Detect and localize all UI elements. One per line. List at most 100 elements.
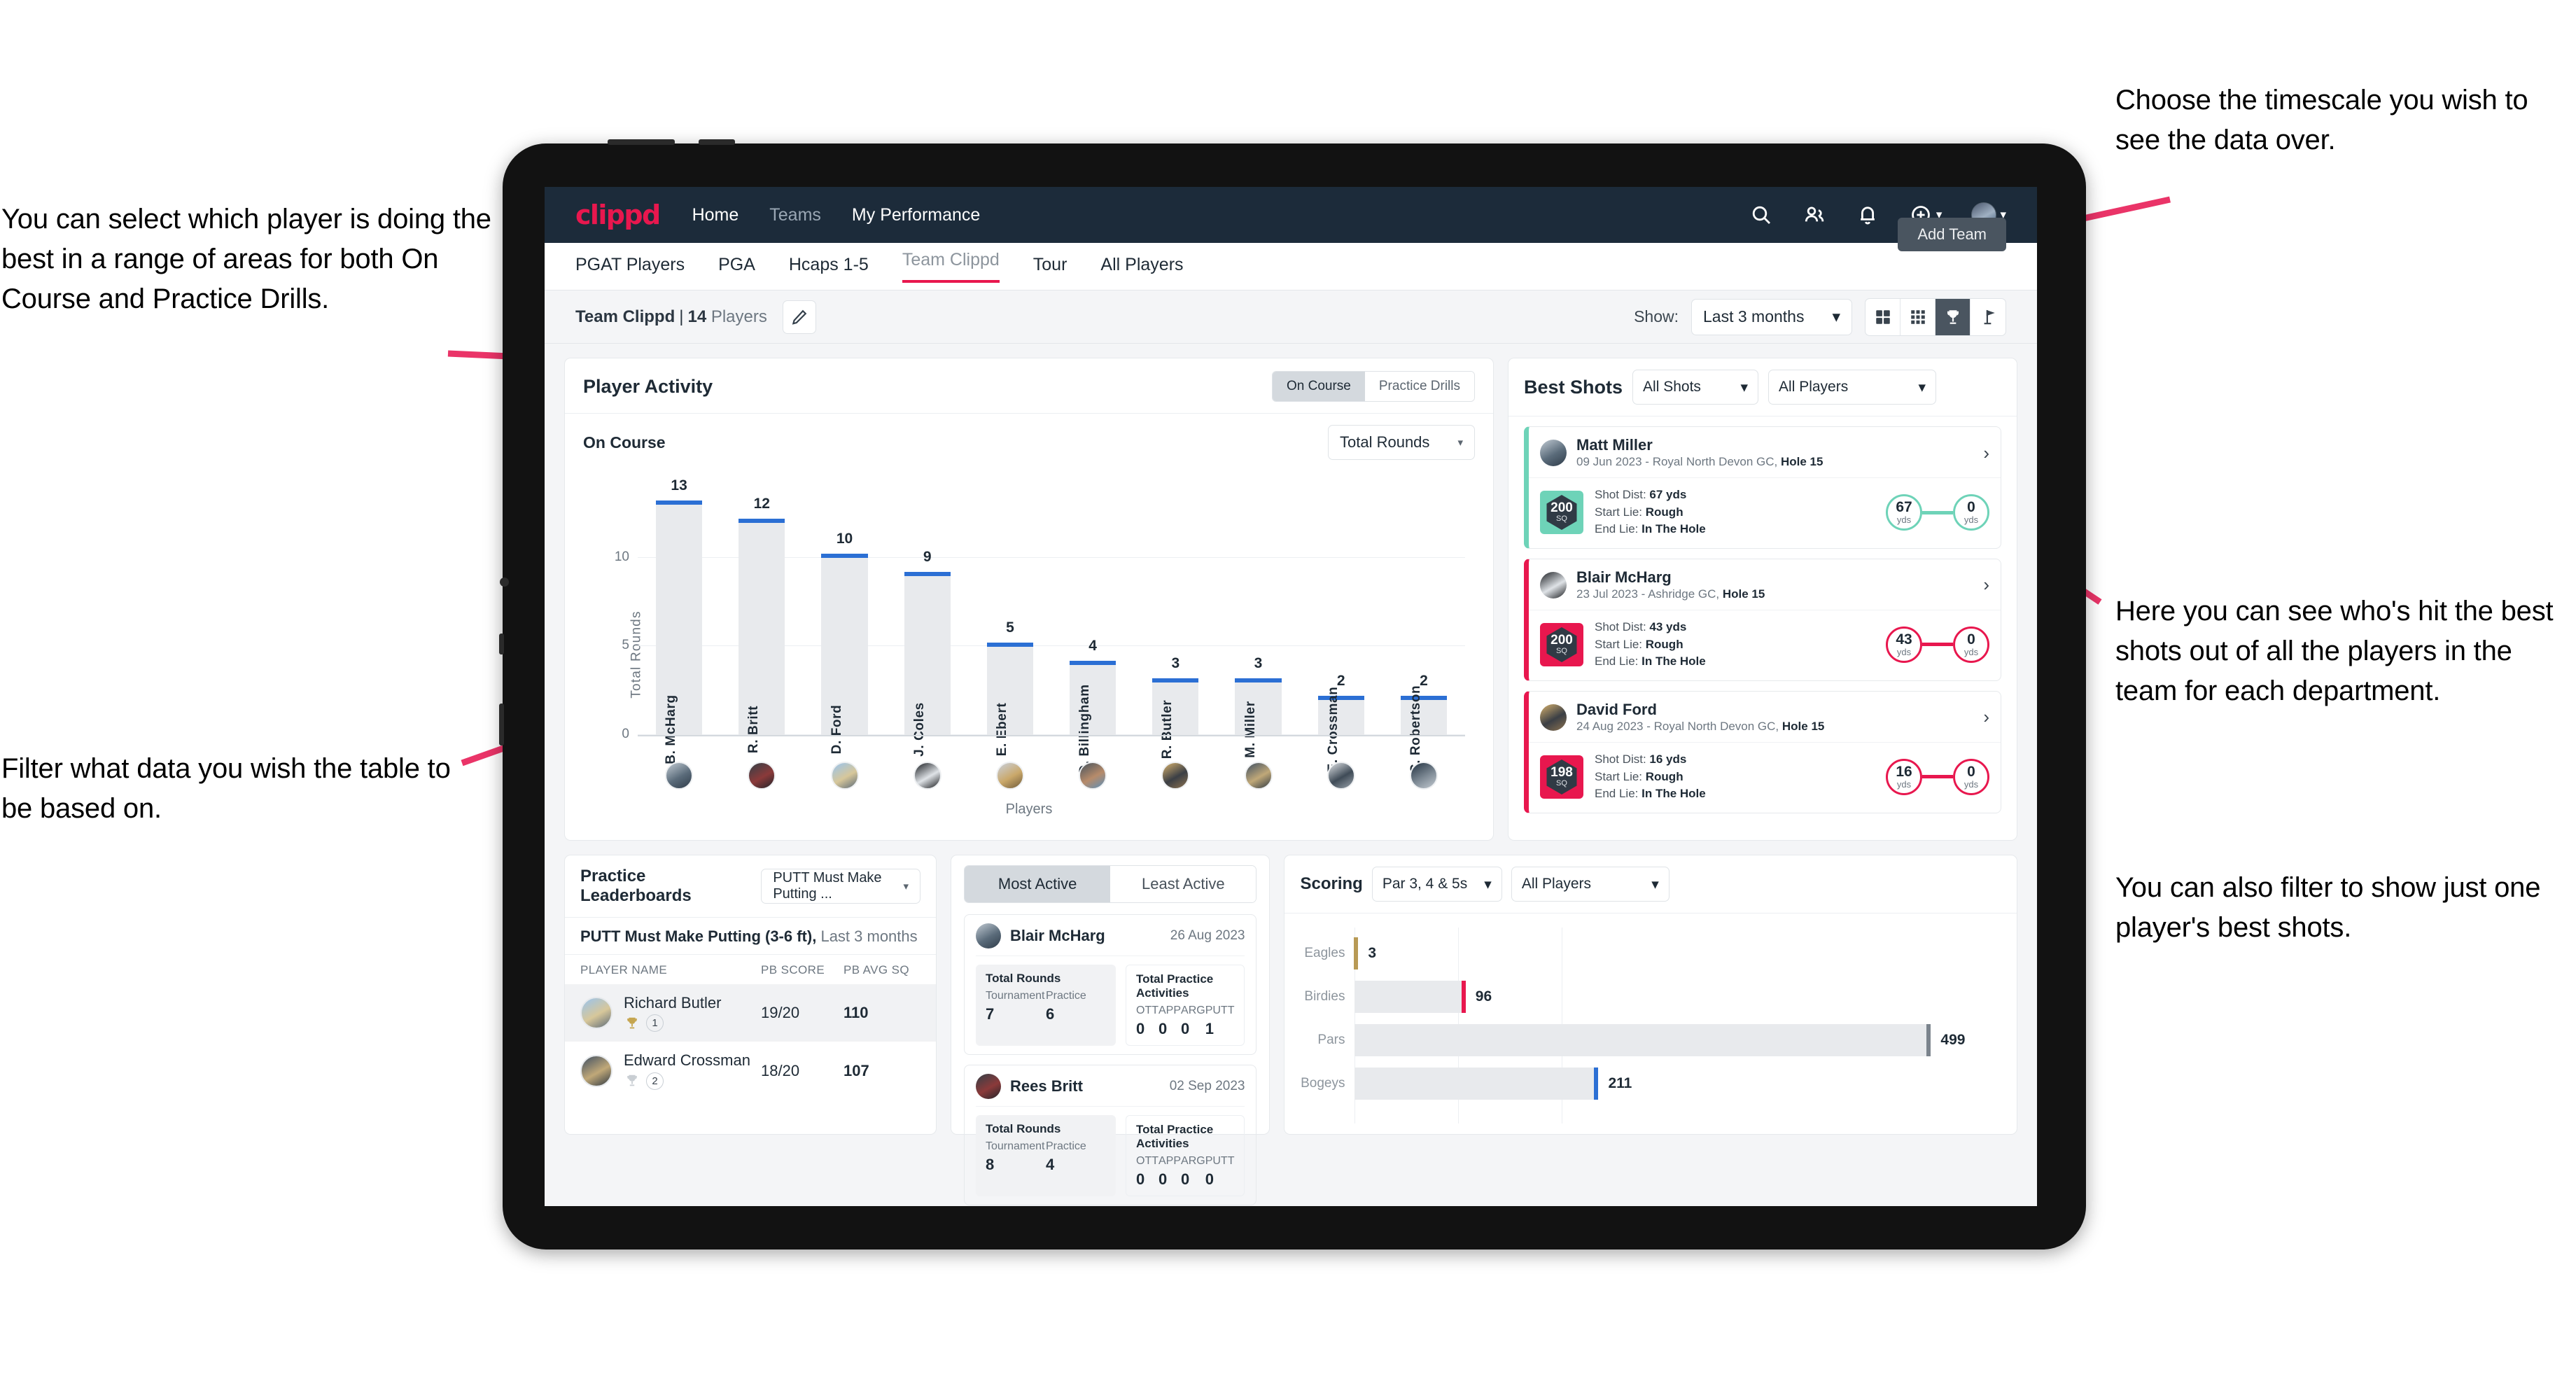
player-avatar[interactable] <box>995 762 1024 790</box>
chart-bar-column[interactable]: 9 J. Coles <box>886 486 969 757</box>
player-avatar[interactable] <box>1326 762 1355 790</box>
chart-bar-column[interactable]: 3 R. Butler <box>1134 486 1217 759</box>
chart-bar[interactable]: R. Britt <box>738 518 785 753</box>
player-avatar[interactable] <box>1161 762 1190 790</box>
tab-hcaps-1-5[interactable]: Hcaps 1-5 <box>789 255 869 278</box>
player-avatar[interactable] <box>1244 762 1273 790</box>
chevron-right-icon[interactable]: › <box>1983 442 1989 464</box>
chevron-right-icon[interactable]: › <box>1983 574 1989 596</box>
scoring-player-filter[interactable]: All Players ▾ <box>1511 867 1670 902</box>
chart-bar-column[interactable]: 5 E. Ebert <box>969 486 1051 756</box>
scoring-row-label: Pars <box>1317 1032 1345 1047</box>
metric-select[interactable]: Total Rounds ▾ <box>1328 425 1475 460</box>
shot-from-node: 16 yds <box>1886 758 1922 795</box>
player-avatar[interactable] <box>1079 762 1107 790</box>
bell-icon[interactable] <box>1856 203 1879 227</box>
tab-tour[interactable]: Tour <box>1033 255 1068 278</box>
shot-quality-unit: SQ <box>1556 647 1567 656</box>
view-mode-grid-small-icon[interactable] <box>1900 298 1935 335</box>
chart-bar-column[interactable]: 3 M. Miller <box>1217 486 1299 758</box>
start-lie-line: Start Lie: Rough <box>1595 769 1684 783</box>
activity-round-stat: Practice 4 <box>1046 1140 1106 1174</box>
chart-bar-cap <box>1152 678 1199 682</box>
chart-bar-column[interactable]: 2 C. Robertson <box>1382 486 1465 774</box>
scoring-bar <box>1354 1024 1931 1056</box>
shot-from-value: 67 <box>1896 499 1912 515</box>
chevron-right-icon[interactable]: › <box>1983 706 1989 728</box>
chart-bar[interactable]: B. McHarg <box>656 500 703 764</box>
shot-to-node: 0 yds <box>1953 494 1989 531</box>
nav-link-home[interactable]: Home <box>692 205 739 225</box>
scoring-row[interactable]: Birdies 96 <box>1300 975 2001 1018</box>
shot-to-node: 0 yds <box>1953 758 1989 795</box>
annotation-player-select: You can select which player is doing the… <box>1 204 491 314</box>
clippd-logo[interactable]: clippd <box>575 200 661 230</box>
player-avatar[interactable] <box>913 762 941 790</box>
chart-bar[interactable]: E. Crossman <box>1317 687 1364 772</box>
chart-bar[interactable]: R. Butler <box>1152 678 1199 759</box>
player-avatar[interactable] <box>1409 762 1438 790</box>
scoring-row[interactable]: Eagles 3 <box>1300 932 2001 975</box>
activity-practice-value: 0 <box>1158 1170 1168 1188</box>
scoring-row[interactable]: Bogeys 211 <box>1300 1062 2001 1105</box>
scoring-bar-tip <box>1461 981 1466 1013</box>
scoring-bar-value: 3 <box>1368 945 1377 961</box>
view-mode-flag-icon[interactable] <box>1970 299 2005 335</box>
tab-team-clippd[interactable]: Team Clippd <box>902 250 1000 283</box>
practice-leaderboards-rows: Richard Butler 1 19/20 110 Edward Crossman 2 1… <box>565 984 936 1100</box>
chart-bar[interactable]: C. Robertson <box>1400 685 1448 774</box>
scoring-row[interactable]: Pars 499 <box>1300 1018 2001 1062</box>
chart-bar-value: 5 <box>1006 620 1014 636</box>
best-shots-card: Best Shots All Shots ▾ All Players ▾ Mat… <box>1508 358 2017 841</box>
tab-most-active[interactable]: Most Active <box>965 866 1111 902</box>
period-select[interactable]: Last 3 months ▾ <box>1691 298 1852 335</box>
activity-item[interactable]: Rees Britt 02 Sep 2023 Total Rounds Tournam… <box>964 1065 1257 1205</box>
nav-link-my-performance[interactable]: My Performance <box>852 205 980 225</box>
par-filter-select[interactable]: Par 3, 4 & 5s ▾ <box>1371 867 1502 902</box>
best-shot-item[interactable]: David Ford 24 Aug 2023 - Royal North Devo… <box>1524 690 2001 813</box>
chart-bar[interactable]: E. Ebert <box>986 643 1033 756</box>
player-avatar[interactable] <box>748 762 776 790</box>
chart-bar-column[interactable]: 2 E. Crossman <box>1300 486 1382 772</box>
tab-least-active[interactable]: Least Active <box>1110 866 1256 902</box>
chart-bar-column[interactable]: 4 D. Billingham <box>1051 486 1134 775</box>
activity-item[interactable]: Blair McHarg 26 Aug 2023 Total Rounds Tourn… <box>964 914 1257 1055</box>
leaderboard-row[interactable]: Edward Crossman 2 18/20 107 <box>565 1042 936 1099</box>
search-icon[interactable] <box>1749 203 1773 227</box>
chart-bar[interactable]: D. Billingham <box>1070 660 1116 775</box>
best-shots-player-filter[interactable]: All Players ▾ <box>1768 370 1937 405</box>
chart-bar-column[interactable]: 12 R. Britt <box>720 486 803 753</box>
chart-bar[interactable]: J. Coles <box>904 571 951 757</box>
tab-all-players[interactable]: All Players <box>1100 255 1183 278</box>
chart-bar[interactable]: D. Ford <box>821 554 868 754</box>
chart-bar-column[interactable]: 10 D. Ford <box>803 486 886 754</box>
leaderboard-row[interactable]: Richard Butler 1 19/20 110 <box>565 984 936 1042</box>
chart-bar-column[interactable]: 13 B. McHarg <box>638 477 720 764</box>
best-shots-shot-filter-value: All Shots <box>1643 379 1701 395</box>
toggle-on-course[interactable]: On Course <box>1273 372 1365 401</box>
player-avatar[interactable] <box>665 762 694 790</box>
best-shots-shot-filter[interactable]: All Shots ▾ <box>1632 370 1759 405</box>
shot-to-node: 0 yds <box>1953 626 1989 663</box>
people-icon[interactable] <box>1802 203 1826 227</box>
chart-bar-value: 3 <box>1254 654 1263 671</box>
practice-leaderboards-card: Practice Leaderboards PUTT Must Make Put… <box>564 855 937 1135</box>
tab-pga[interactable]: PGA <box>718 255 755 278</box>
tab-pgat-players[interactable]: PGAT Players <box>575 255 685 278</box>
edit-team-button[interactable] <box>782 300 816 334</box>
add-team-button[interactable]: Add Team <box>1898 218 2006 251</box>
player-avatar[interactable] <box>830 762 859 790</box>
best-shot-item[interactable]: Matt Miller 09 Jun 2023 - Royal North Dev… <box>1524 426 2001 549</box>
hexagon-icon: 200 SQ <box>1546 495 1577 530</box>
activity-item-header: Rees Britt 02 Sep 2023 <box>976 1074 1245 1107</box>
drill-select[interactable]: PUTT Must Make Putting ... ▾ <box>761 869 920 904</box>
best-shot-item[interactable]: Blair McHarg 23 Jul 2023 - Ashridge GC, H… <box>1524 558 2001 681</box>
leaderboard-player-name: Edward Crossman <box>624 1051 750 1070</box>
toggle-practice-drills[interactable]: Practice Drills <box>1364 372 1474 401</box>
nav-link-teams[interactable]: Teams <box>769 205 821 225</box>
activity-date: 26 Aug 2023 <box>1170 928 1245 943</box>
chart-bar[interactable]: M. Miller <box>1235 678 1282 758</box>
best-shot-header: Blair McHarg 23 Jul 2023 - Ashridge GC, H… <box>1529 559 2001 610</box>
view-mode-trophy-icon[interactable] <box>1935 298 1970 335</box>
view-mode-grid-large-icon[interactable] <box>1865 298 1900 335</box>
